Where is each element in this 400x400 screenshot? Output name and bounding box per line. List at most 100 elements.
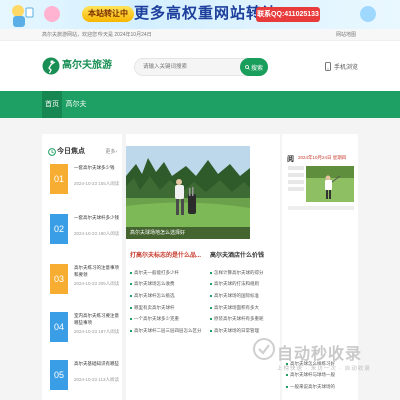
- search-input[interactable]: [135, 59, 239, 75]
- article-views: 113人阅读: [98, 377, 119, 382]
- list-item[interactable]: 高尔夫球场的国际标准: [210, 290, 278, 302]
- article-list-left: 高尔夫一般能打多少杆 高尔夫球场怎么收费 高尔夫球杆怎么挑选 哪里有卖高尔夫球杆…: [130, 267, 206, 337]
- more-link[interactable]: 更多›: [105, 146, 117, 158]
- list-item[interactable]: 高尔夫球场的日常管理: [210, 325, 278, 337]
- watermark-title: 自动秒收录: [277, 346, 363, 363]
- bullet-icon: [210, 271, 212, 274]
- list-item[interactable]: 高尔夫球杆二层三层四层怎么区分: [130, 325, 206, 337]
- list-item[interactable]: 哪里有卖高尔夫球杆: [130, 302, 206, 314]
- article-list-right: 怎样计算高尔夫球的得分 高尔夫球的打法和规则 高尔夫球场的国际标准 高尔夫球场面…: [210, 267, 278, 337]
- contact-qq: 联系QQ:411025133: [256, 7, 320, 22]
- sidebar-heading: 阅: [287, 156, 294, 163]
- article-date: 2024-10-23: [74, 181, 98, 186]
- site-logo[interactable]: 高尔夫旅游: [42, 57, 112, 75]
- bullet-icon: [210, 306, 212, 309]
- article-link[interactable]: 一个高尔夫球多少克重: [134, 316, 179, 322]
- featured-caption[interactable]: 高尔夫球场地怎么选择好: [126, 227, 250, 239]
- logo-text: 高尔夫旅游: [62, 60, 112, 71]
- article-link[interactable]: 哪里有卖高尔夫球杆: [134, 305, 175, 311]
- bullet-icon: [210, 294, 212, 297]
- article-link[interactable]: 原装高尔夫球杆有多重呢: [214, 316, 264, 322]
- article-meta: 2024-10-23 205人阅读: [74, 280, 120, 287]
- list-item[interactable]: 01 一套高尔夫球多少钱 2024-10-23 155人阅读: [50, 164, 122, 212]
- list-item[interactable]: 高尔夫一般能打多少杆: [130, 267, 206, 279]
- article-date: 2024-10-23: [74, 329, 98, 334]
- list-item[interactable]: 高尔夫球的打法和规则: [210, 279, 278, 291]
- featured-image[interactable]: 高尔夫球场地怎么选择好: [126, 146, 250, 239]
- column-title-right[interactable]: 高尔夫酒店什么价钱: [210, 250, 264, 259]
- article-link[interactable]: 高尔夫球杆二层三层四层怎么区分: [134, 328, 202, 334]
- transfer-tag: 本站转让中: [82, 6, 134, 22]
- article-title[interactable]: 一套高尔夫球杆多少钱: [74, 214, 120, 221]
- sitemap-link[interactable]: 网站地图: [336, 29, 356, 41]
- welcome-text: 高尔夫旅游网站，欢迎您！: [42, 32, 103, 38]
- search-button[interactable]: 搜索: [240, 58, 268, 76]
- sidebar-placeholder-line: [288, 206, 354, 210]
- list-item[interactable]: 怎样计算高尔夫球的得分: [210, 267, 278, 279]
- golf-course-photo: [126, 146, 250, 239]
- search-box: 搜索: [134, 58, 268, 76]
- article-link[interactable]: 高尔夫球场面积有多大: [214, 305, 259, 311]
- article-link[interactable]: 一般来说高尔夫球场的: [290, 384, 335, 390]
- bullet-icon: [210, 329, 212, 332]
- article-meta: 2024-10-23 197人阅读: [74, 328, 120, 335]
- search-icon: [245, 64, 250, 70]
- bullet-icon: [210, 318, 212, 321]
- list-item[interactable]: 03 高尔夫练习的注意事项和要领 2024-10-23 205人阅读: [50, 264, 122, 312]
- article-link[interactable]: 高尔夫球杆怎么挑选: [134, 293, 175, 299]
- article-link[interactable]: 高尔夫球场的国际标准: [214, 293, 259, 299]
- list-item[interactable]: 原装高尔夫球杆有多重呢: [210, 313, 278, 325]
- article-link[interactable]: 高尔夫球场怎么收费: [134, 281, 175, 287]
- nav-item-home[interactable]: 首页: [42, 91, 62, 118]
- list-item[interactable]: 04 室内高尔夫练习要注意哪些事项 2024-10-23 197人阅读: [50, 312, 122, 360]
- article-title[interactable]: 高尔夫基础知识有哪些: [74, 360, 120, 367]
- mobile-view-label: 手机浏览: [333, 65, 358, 71]
- sidebar-date: 2024年10月24日 星期四: [298, 155, 347, 160]
- bullet-icon: [130, 329, 132, 332]
- article-views: 197人阅读: [98, 329, 120, 334]
- rank-badge: 02: [50, 214, 68, 244]
- watermark-subtitle: 上榜快速 · 来访一次 · 自动收录: [277, 366, 371, 372]
- today-focus-card: 今日焦点 更多› 01 一套高尔夫球多少钱 2024-10-23 155人阅读 …: [42, 134, 122, 400]
- article-meta: 2024-10-23 113人阅读: [74, 376, 120, 383]
- article-meta: 2024-10-23 155人阅读: [74, 180, 120, 187]
- list-item[interactable]: 高尔夫球杆怎么挑选: [130, 290, 206, 302]
- article-views: 155人阅读: [98, 181, 120, 186]
- list-item[interactable]: 一般来说高尔夫球场的: [286, 381, 356, 393]
- article-link[interactable]: 怎样计算高尔夫球的得分: [214, 270, 264, 276]
- list-item[interactable]: 一个高尔夫球多少克重: [130, 313, 206, 325]
- page: 本站转让中 更多高权重网站转让 联系QQ:411025133 高尔夫旅游网站，欢…: [0, 0, 400, 400]
- article-views: 190人阅读: [98, 231, 120, 236]
- article-title[interactable]: 一套高尔夫球多少钱: [74, 164, 120, 171]
- sidebar-placeholder-lines: [288, 166, 304, 194]
- column-title-left[interactable]: 打高尔夫标志的是什么品...: [130, 250, 201, 259]
- article-title[interactable]: 高尔夫练习的注意事项和要领: [74, 264, 120, 278]
- bullet-icon: [130, 294, 132, 297]
- list-item[interactable]: 05 高尔夫基础知识有哪些 2024-10-23 113人阅读: [50, 360, 122, 400]
- today-date: 今天是 2024年10月24日: [98, 32, 152, 38]
- top-utility-bar: 高尔夫旅游网站，欢迎您！ 今天是 2024年10月24日 网站地图: [0, 29, 400, 41]
- bullet-icon: [286, 385, 288, 388]
- sidebar-thumbnail[interactable]: [306, 166, 354, 202]
- rank-badge: 04: [50, 312, 68, 342]
- mascot-icon: [12, 5, 34, 27]
- today-focus-header: 今日焦点 更多›: [48, 146, 120, 158]
- article-date: 2024-10-23: [74, 231, 98, 236]
- transfer-banner[interactable]: 本站转让中 更多高权重网站转让 联系QQ:411025133: [0, 0, 400, 29]
- list-item[interactable]: 高尔夫球场面积有多大: [210, 302, 278, 314]
- article-link[interactable]: 高尔夫一般能打多少杆: [134, 270, 179, 276]
- bullet-icon: [210, 283, 212, 286]
- article-link[interactable]: 高尔夫球的打法和规则: [214, 281, 259, 287]
- list-item[interactable]: 02 一套高尔夫球杆多少钱 2024-10-23 190人阅读: [50, 214, 122, 262]
- article-title[interactable]: 室内高尔夫练习要注意哪些事项: [74, 312, 120, 326]
- list-item[interactable]: 高尔夫球场怎么收费: [130, 279, 206, 291]
- search-button-label: 搜索: [250, 65, 263, 72]
- rank-badge: 03: [50, 264, 68, 294]
- article-link[interactable]: 高尔夫球场的日常管理: [214, 328, 259, 334]
- phone-icon: [325, 62, 331, 71]
- clock-icon: [48, 148, 56, 156]
- more-label: 更多: [105, 149, 116, 155]
- mobile-view-link[interactable]: 手机浏览: [325, 62, 358, 71]
- nav-item-golf[interactable]: 高尔夫: [64, 91, 88, 118]
- bullet-icon: [130, 283, 132, 286]
